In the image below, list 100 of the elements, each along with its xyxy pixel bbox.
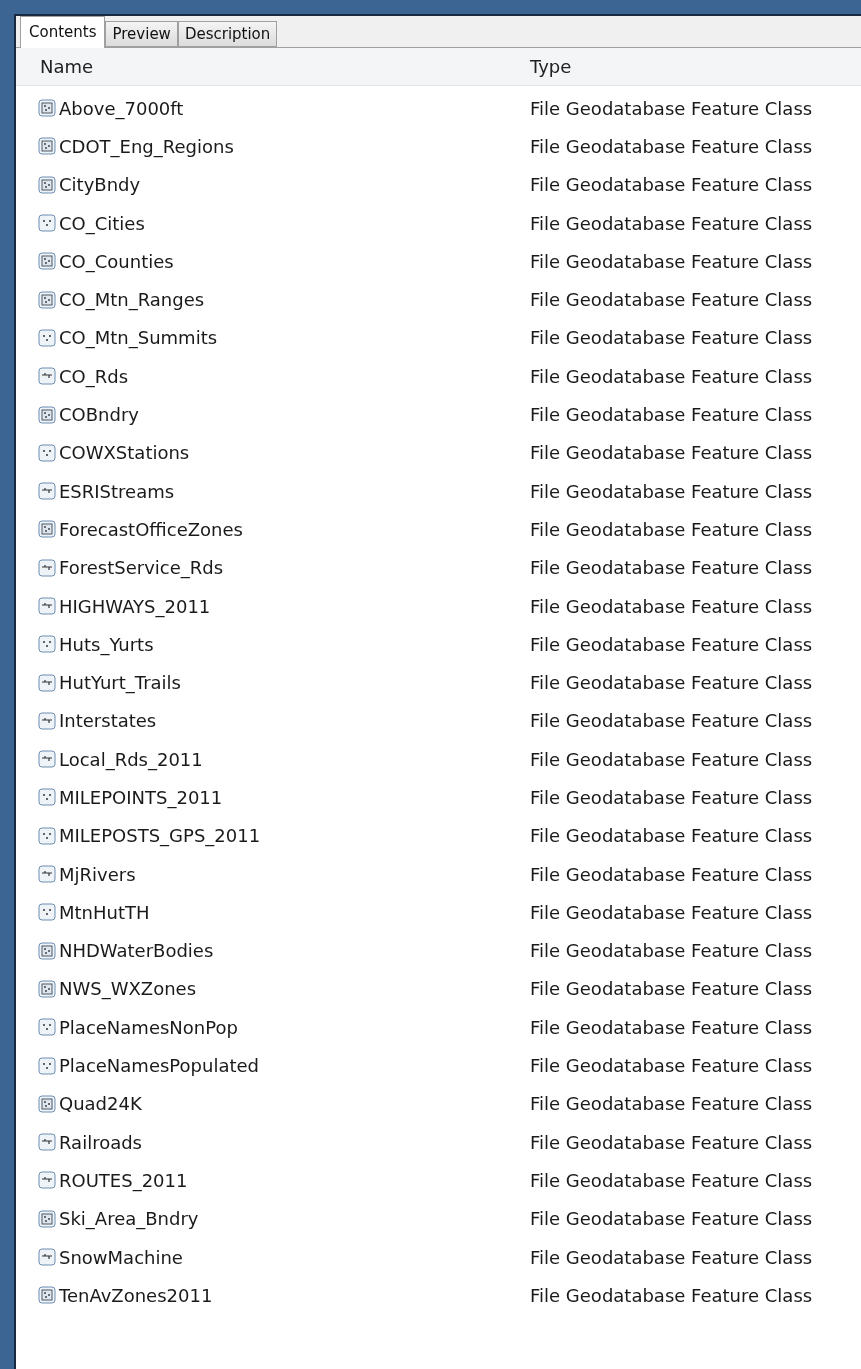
line-layer-icon — [38, 1133, 56, 1152]
layer-type: File Geodatabase Feature Class — [530, 977, 813, 1002]
layer-type: File Geodatabase Feature Class — [530, 211, 813, 236]
layer-name[interactable]: Above_7000ft — [59, 94, 184, 122]
point-layer-icon — [38, 635, 56, 654]
layer-type: File Geodatabase Feature Class — [530, 364, 813, 389]
layer-type: File Geodatabase Feature Class — [530, 517, 813, 542]
layer-name[interactable]: Interstates — [59, 707, 157, 735]
column-header[interactable]: Type — [530, 53, 572, 80]
layer-type: File Geodatabase Feature Class — [530, 479, 813, 504]
line-layer-icon — [38, 367, 56, 386]
layer-name[interactable]: Quad24K — [59, 1090, 142, 1118]
layer-name[interactable]: CDOT_Eng_Regions — [59, 132, 234, 160]
point-layer-icon — [38, 328, 56, 347]
polygon-layer-icon — [38, 99, 56, 118]
layer-name[interactable]: Railroads — [59, 1128, 142, 1156]
layer-type: File Geodatabase Feature Class — [530, 441, 813, 466]
tab[interactable]: Preview — [105, 21, 178, 47]
point-layer-icon — [38, 788, 56, 807]
layer-name[interactable]: Local_Rds_2011 — [59, 745, 203, 773]
layer-type: File Geodatabase Feature Class — [530, 1168, 813, 1193]
layer-type: File Geodatabase Feature Class — [530, 134, 813, 159]
polygon-layer-icon — [38, 979, 56, 998]
point-layer-icon — [38, 903, 56, 922]
layer-type: File Geodatabase Feature Class — [530, 747, 813, 772]
layer-name[interactable]: SnowMachine — [59, 1243, 183, 1271]
layer-type: File Geodatabase Feature Class — [530, 173, 813, 198]
line-layer-icon — [38, 1171, 56, 1190]
layer-type: File Geodatabase Feature Class — [530, 671, 813, 696]
layer-name[interactable]: COBndry — [59, 401, 139, 428]
layer-name[interactable]: Huts_Yurts — [59, 630, 154, 658]
layer-type: File Geodatabase Feature Class — [530, 96, 813, 121]
layer-name[interactable]: CityBndy — [59, 171, 141, 199]
layer-type: File Geodatabase Feature Class — [530, 403, 813, 427]
layer-name[interactable]: CO_Mtn_Ranges — [59, 286, 205, 314]
line-layer-icon — [38, 597, 56, 615]
layer-name[interactable]: HutYurt_Trails — [59, 669, 181, 697]
polygon-layer-icon — [38, 175, 56, 194]
column-header[interactable]: Name — [16, 53, 530, 80]
line-layer-icon — [38, 673, 56, 692]
layer-name[interactable]: CO_Rds — [59, 362, 129, 390]
layer-type: File Geodatabase Feature Class — [530, 862, 813, 887]
point-layer-icon — [38, 826, 56, 845]
layer-name[interactable]: Ski_Area_Bndry — [59, 1205, 199, 1233]
layer-type: File Geodatabase Feature Class — [530, 824, 813, 849]
layer-type: File Geodatabase Feature Class — [530, 1130, 813, 1155]
layer-name[interactable]: CO_Mtn_Summits — [59, 324, 218, 352]
layer-name[interactable]: HIGHWAYS_2011 — [59, 592, 211, 620]
layer-name[interactable]: ForecastOfficeZones — [59, 515, 243, 543]
layer-name[interactable]: TenAvZones2011 — [59, 1281, 213, 1309]
layer-name[interactable]: CO_Counties — [59, 247, 174, 275]
line-layer-icon — [38, 865, 56, 884]
layer-name[interactable]: CO_Cities — [59, 209, 145, 237]
layer-type: File Geodatabase Feature Class — [530, 1092, 813, 1117]
layer-type: File Geodatabase Feature Class — [530, 709, 813, 734]
line-layer-icon — [38, 1248, 56, 1267]
layer-type: File Geodatabase Feature Class — [530, 786, 813, 810]
line-layer-icon — [38, 750, 56, 769]
layer-type: File Geodatabase Feature Class — [530, 1015, 813, 1040]
layer-name[interactable]: NWS_WXZones — [59, 975, 197, 1003]
layer-type: File Geodatabase Feature Class — [530, 1245, 813, 1270]
layer-type: File Geodatabase Feature Class — [530, 594, 813, 619]
point-layer-icon — [38, 443, 56, 462]
tab[interactable]: Contents — [20, 16, 106, 48]
polygon-layer-icon — [38, 1286, 56, 1305]
polygon-layer-icon — [38, 1209, 56, 1228]
polygon-layer-icon — [38, 290, 56, 309]
polygon-layer-icon — [38, 520, 56, 539]
layer-type: File Geodatabase Feature Class — [530, 632, 813, 657]
layer-type: File Geodatabase Feature Class — [530, 249, 813, 274]
layer-type: File Geodatabase Feature Class — [530, 1207, 813, 1232]
layer-name[interactable]: PlaceNamesPopulated — [59, 1052, 259, 1080]
layer-type: File Geodatabase Feature Class — [530, 556, 813, 581]
line-layer-icon — [38, 482, 56, 501]
line-layer-icon — [38, 711, 56, 730]
polygon-layer-icon — [38, 137, 56, 156]
layer-name[interactable]: MjRivers — [59, 860, 136, 888]
layer-type: File Geodatabase Feature Class — [530, 939, 813, 964]
point-layer-icon — [38, 1018, 56, 1037]
layer-name[interactable]: COWXStations — [59, 439, 190, 467]
point-layer-icon — [38, 214, 56, 233]
polygon-layer-icon — [38, 1094, 56, 1113]
layer-name[interactable]: PlaceNamesNonPop — [59, 1013, 238, 1041]
layer-type: File Geodatabase Feature Class — [530, 288, 813, 313]
layer-name[interactable]: ESRIStreams — [59, 477, 175, 505]
layer-type: File Geodatabase Feature Class — [530, 1283, 813, 1308]
layer-name[interactable]: MILEPOINTS_2011 — [59, 784, 223, 811]
line-layer-icon — [38, 558, 56, 577]
layer-type: File Geodatabase Feature Class — [530, 900, 813, 925]
polygon-layer-icon — [38, 405, 56, 424]
tab[interactable]: Description — [177, 21, 278, 47]
layer-type: File Geodatabase Feature Class — [530, 1054, 813, 1079]
layer-name[interactable]: MILEPOSTS_GPS_2011 — [59, 822, 261, 850]
layer-name[interactable]: NHDWaterBodies — [59, 937, 214, 965]
point-layer-icon — [38, 1056, 56, 1075]
layer-name[interactable]: ROUTES_2011 — [59, 1166, 188, 1194]
polygon-layer-icon — [38, 252, 56, 271]
polygon-layer-icon — [38, 941, 56, 960]
layer-name[interactable]: MtnHutTH — [59, 898, 150, 926]
layer-name[interactable]: ForestService_Rds — [59, 554, 224, 582]
